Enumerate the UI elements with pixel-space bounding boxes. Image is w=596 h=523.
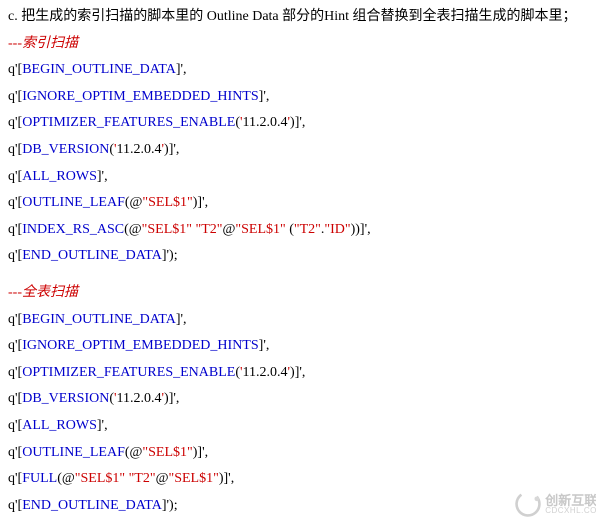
- code-line: q'[FULL(@"SEL$1" "T2"@"SEL$1")]',: [8, 466, 596, 493]
- code-line: q'[DB_VERSION('11.2.0.4')]',: [8, 386, 596, 413]
- section1-comment: ---索引扫描: [8, 31, 596, 58]
- section1-code: q'[BEGIN_OUTLINE_DATA]',q'[IGNORE_OPTIM_…: [8, 57, 596, 270]
- code-line: q'[OPTIMIZER_FEATURES_ENABLE('11.2.0.4')…: [8, 360, 596, 387]
- section2-code: q'[BEGIN_OUTLINE_DATA]',q'[IGNORE_OPTIM_…: [8, 307, 596, 520]
- code-line: q'[END_OUTLINE_DATA]');: [8, 493, 596, 520]
- instruction-heading: c. 把生成的索引扫描的脚本里的 Outline Data 部分的Hint 组合…: [8, 4, 596, 31]
- logo-en: CDCXHL.COM: [545, 507, 596, 515]
- code-line: q'[INDEX_RS_ASC(@"SEL$1" "T2"@"SEL$1" ("…: [8, 217, 596, 244]
- code-line: q'[IGNORE_OPTIM_EMBEDDED_HINTS]',: [8, 84, 596, 111]
- code-line: q'[END_OUTLINE_DATA]');: [8, 243, 596, 270]
- code-line: q'[BEGIN_OUTLINE_DATA]',: [8, 57, 596, 84]
- code-line: q'[IGNORE_OPTIM_EMBEDDED_HINTS]',: [8, 333, 596, 360]
- section2-comment: ---全表扫描: [8, 280, 596, 307]
- watermark-logo: 创新互联 CDCXHL.COM: [515, 491, 596, 517]
- logo-icon: [515, 491, 541, 517]
- code-line: q'[OUTLINE_LEAF(@"SEL$1")]',: [8, 190, 596, 217]
- logo-cn: 创新互联: [545, 494, 596, 507]
- code-line: q'[DB_VERSION('11.2.0.4')]',: [8, 137, 596, 164]
- code-line: q'[OUTLINE_LEAF(@"SEL$1")]',: [8, 440, 596, 467]
- code-line: q'[BEGIN_OUTLINE_DATA]',: [8, 307, 596, 334]
- code-line: q'[ALL_ROWS]',: [8, 413, 596, 440]
- code-line: q'[OPTIMIZER_FEATURES_ENABLE('11.2.0.4')…: [8, 110, 596, 137]
- code-line: q'[ALL_ROWS]',: [8, 164, 596, 191]
